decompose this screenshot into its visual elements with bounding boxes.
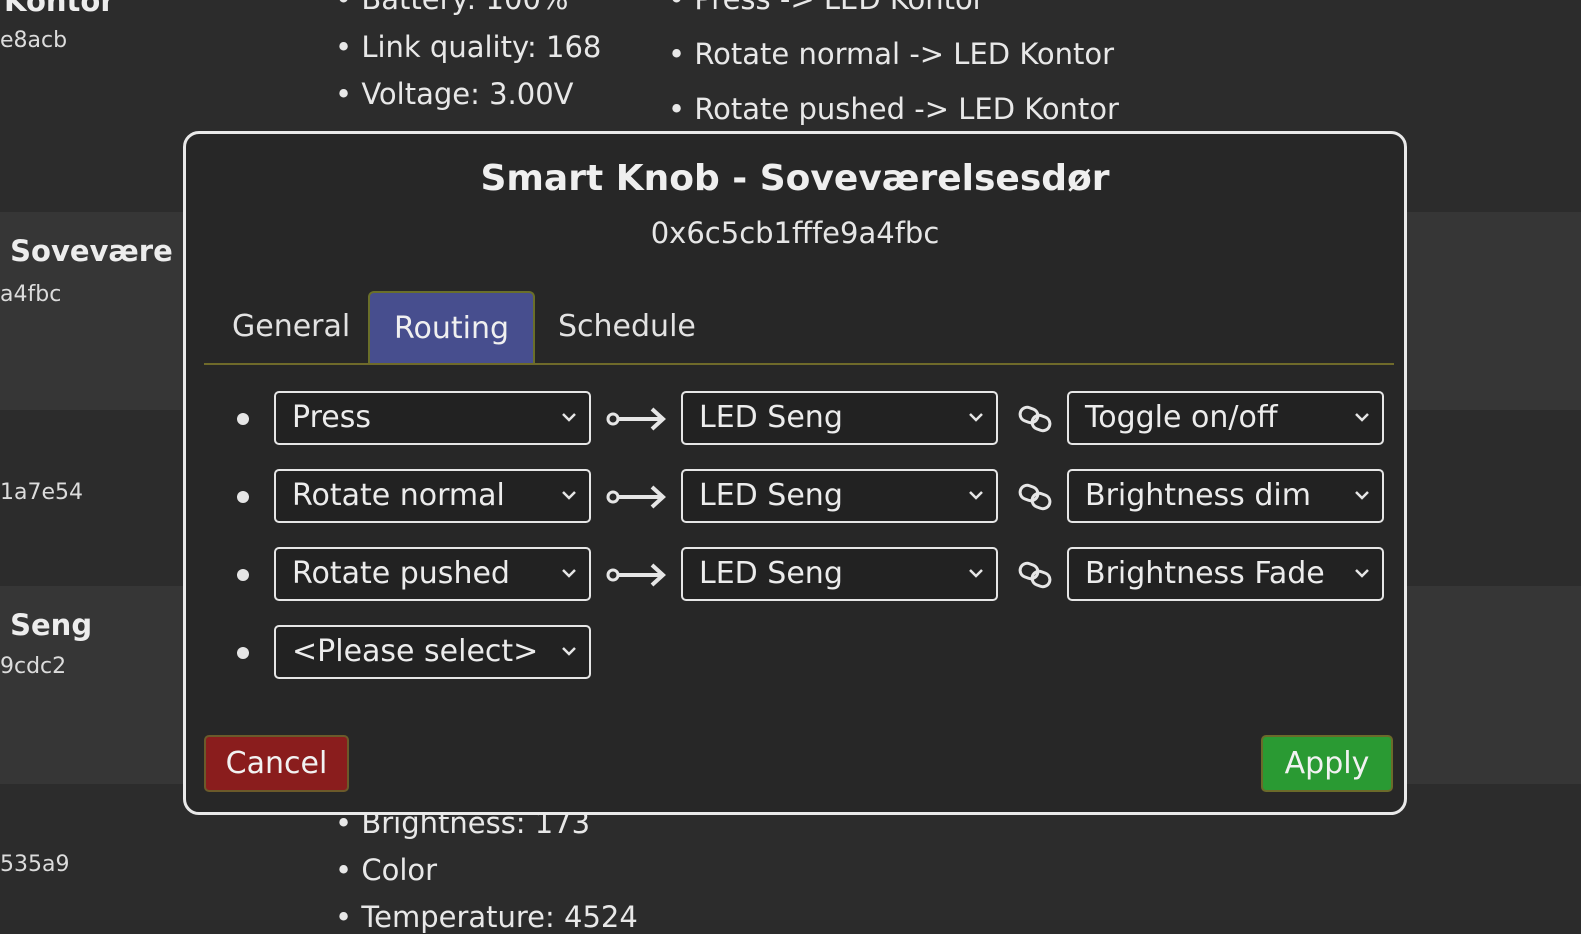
device-address: 0x6c5cb1fffe9a4fbc	[650, 216, 940, 250]
device-id: a4fbc	[0, 282, 62, 307]
link-icon	[1018, 561, 1052, 589]
device-stat: • Link quality: 168	[335, 30, 602, 64]
action-select[interactable]: Brightness dim	[1067, 469, 1384, 523]
new-trigger-select[interactable]: <Please select>	[274, 625, 591, 679]
target-value: LED Seng	[699, 400, 843, 435]
arrow-right-icon	[606, 563, 666, 587]
tab-routing[interactable]: Routing	[368, 291, 536, 363]
trigger-value: Rotate normal	[292, 478, 505, 513]
route-row-new: <Please select>	[186, 625, 1404, 681]
route-row: Press LED Seng Toggle on/off	[186, 391, 1404, 447]
action-select[interactable]: Brightness Fade	[1067, 547, 1384, 601]
device-id: 1a7e54	[0, 480, 84, 505]
bullet	[237, 569, 249, 581]
arrow-right-icon	[606, 407, 666, 431]
trigger-value: Press	[292, 400, 371, 435]
device-stat: • Color	[335, 853, 438, 887]
trigger-select[interactable]: Rotate pushed	[274, 547, 591, 601]
action-select[interactable]: Toggle on/off	[1067, 391, 1384, 445]
trigger-value: Rotate pushed	[292, 556, 510, 591]
device-id: 9cdc2	[0, 654, 67, 679]
device-name: - Sovevære	[0, 234, 173, 268]
device-route: • Press -> LED Kontor	[668, 0, 985, 16]
cancel-button[interactable]: Cancel	[204, 735, 349, 792]
chevron-down-icon	[562, 647, 576, 656]
apply-button[interactable]: Apply	[1261, 735, 1393, 792]
route-row: Rotate pushed LED Seng Brightness Fade	[186, 547, 1404, 603]
device-name: Kontor	[4, 0, 115, 18]
chevron-down-icon	[969, 413, 983, 422]
target-select[interactable]: LED Seng	[681, 469, 998, 523]
chevron-down-icon	[1355, 491, 1369, 500]
device-id: e8acb	[0, 28, 68, 53]
chevron-down-icon	[1355, 413, 1369, 422]
tab-bar: General Routing Schedule	[204, 291, 1394, 365]
device-stat: • Temperature: 4524	[335, 900, 638, 934]
chevron-down-icon	[1355, 569, 1369, 578]
trigger-select[interactable]: Rotate normal	[274, 469, 591, 523]
trigger-select[interactable]: Press	[274, 391, 591, 445]
target-value: LED Seng	[699, 478, 843, 513]
device-route: • Rotate pushed -> LED Kontor	[668, 92, 1119, 126]
tab-general[interactable]: General	[208, 291, 374, 363]
new-trigger-placeholder: <Please select>	[292, 634, 539, 669]
dialog-title: Smart Knob - Soveværelsesdør	[480, 158, 1110, 199]
link-icon	[1018, 405, 1052, 433]
device-route: • Rotate normal -> LED Kontor	[668, 37, 1115, 71]
action-value: Brightness Fade	[1085, 556, 1325, 591]
chevron-down-icon	[969, 491, 983, 500]
device-name: - Seng	[0, 608, 93, 642]
arrow-right-icon	[606, 485, 666, 509]
routing-dialog: Smart Knob - Soveværelsesdør 0x6c5cb1fff…	[183, 131, 1407, 815]
bullet	[237, 647, 249, 659]
action-value: Toggle on/off	[1085, 400, 1278, 435]
chevron-down-icon	[562, 413, 576, 422]
chevron-down-icon	[969, 569, 983, 578]
chevron-down-icon	[562, 491, 576, 500]
device-id: 535a9	[0, 852, 70, 877]
link-icon	[1018, 483, 1052, 511]
target-select[interactable]: LED Seng	[681, 547, 998, 601]
action-value: Brightness dim	[1085, 478, 1311, 513]
device-stat: • Voltage: 3.00V	[335, 77, 574, 111]
target-value: LED Seng	[699, 556, 843, 591]
device-stat: • Battery: 100%	[335, 0, 568, 16]
bullet	[237, 491, 249, 503]
target-select[interactable]: LED Seng	[681, 391, 998, 445]
tab-schedule[interactable]: Schedule	[534, 291, 720, 363]
chevron-down-icon	[562, 569, 576, 578]
route-row: Rotate normal LED Seng Brightness dim	[186, 469, 1404, 525]
bullet	[237, 413, 249, 425]
